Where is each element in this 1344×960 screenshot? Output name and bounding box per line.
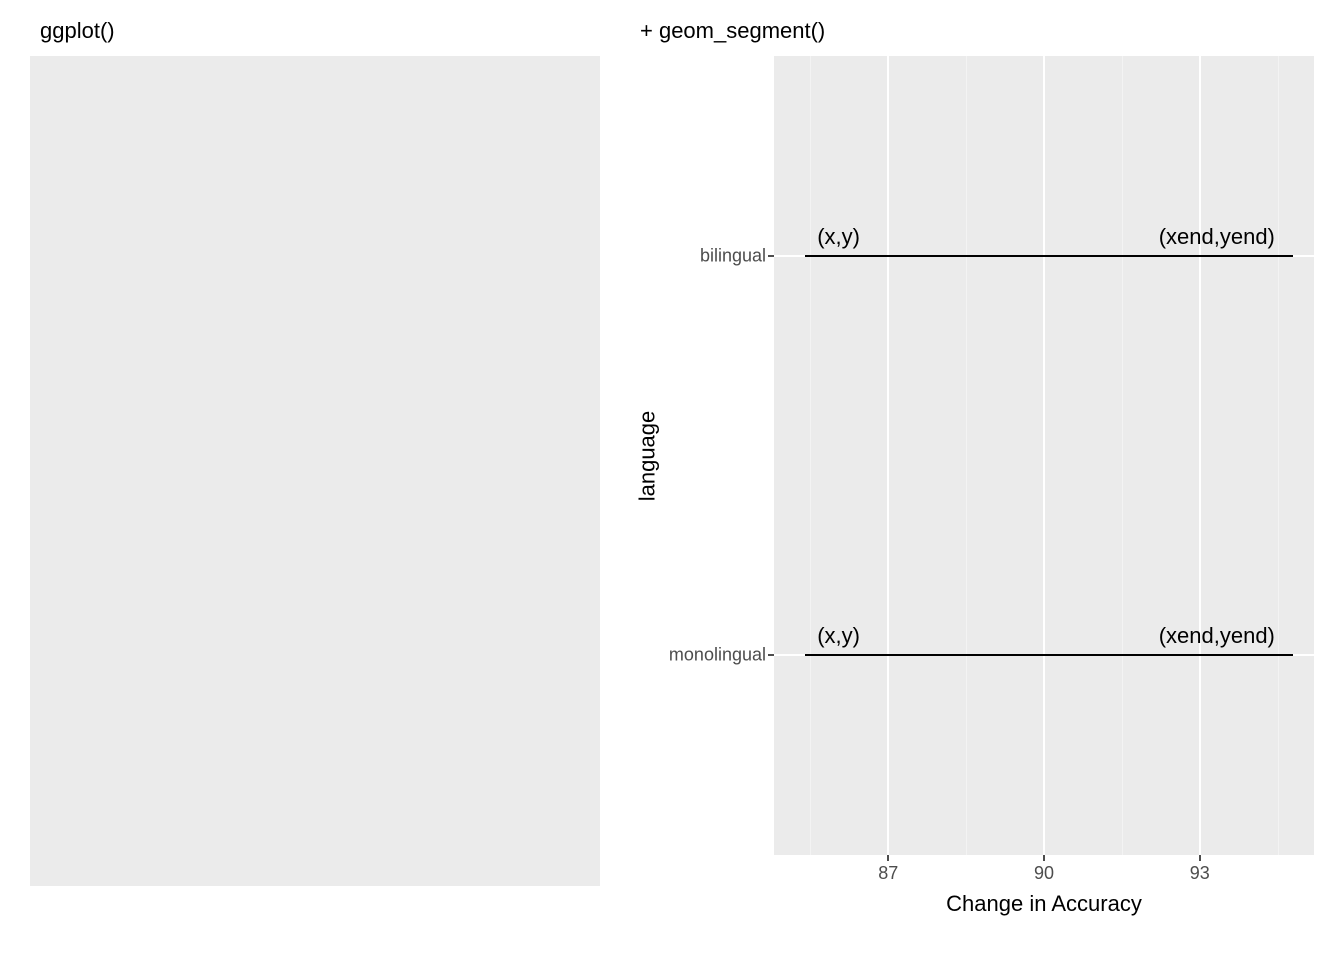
- annotation-end: (xend,yend): [1159, 224, 1275, 256]
- gridline-v-minor: [1122, 56, 1123, 855]
- panel-right-main: (x,y) (xend,yend) (x,y) (xend,yend): [774, 56, 1314, 855]
- x-axis-label: Change in Accuracy: [946, 891, 1142, 917]
- panel-left: ggplot(): [30, 20, 600, 925]
- ylabel-container: language: [630, 56, 664, 855]
- x-tick-mark: [1199, 855, 1201, 861]
- y-ticks: bilingual monolingual: [664, 56, 774, 855]
- y-axis-label: language: [634, 410, 660, 501]
- gridline-v: [887, 56, 889, 855]
- x-tick-label: 87: [878, 863, 898, 884]
- annotation-end: (xend,yend): [1159, 623, 1275, 655]
- x-tick-label: 93: [1190, 863, 1210, 884]
- panel-right-bg: (x,y) (xend,yend) (x,y) (xend,yend): [774, 56, 1314, 855]
- x-tick-mark: [887, 855, 889, 861]
- x-axis-area: 87 90 93 Change in Accuracy: [774, 855, 1314, 925]
- gridline-v-minor: [1278, 56, 1279, 855]
- panel-right-body: language bilingual monolingual: [630, 56, 1314, 855]
- annotation-start: (x,y): [817, 224, 860, 256]
- y-tick-label: bilingual: [700, 245, 766, 266]
- gridline-v: [1199, 56, 1201, 855]
- panel-right: + geom_segment() language bilingual mono…: [630, 20, 1314, 925]
- gridline-v-minor: [966, 56, 967, 855]
- gridline-v: [1043, 56, 1045, 855]
- x-tick-label: 90: [1034, 863, 1054, 884]
- panel-right-title: + geom_segment(): [630, 20, 1314, 56]
- gridline-v-minor: [810, 56, 811, 855]
- panel-left-title: ggplot(): [30, 20, 600, 56]
- annotation-start: (x,y): [817, 623, 860, 655]
- y-tick-label: monolingual: [669, 645, 766, 666]
- x-tick-mark: [1043, 855, 1045, 861]
- panel-left-bg: [30, 56, 600, 886]
- panel-left-body: [30, 56, 600, 925]
- x-axis: 87 90 93 Change in Accuracy: [630, 855, 1314, 925]
- figure: ggplot() + geom_segment() language bilin…: [0, 0, 1344, 960]
